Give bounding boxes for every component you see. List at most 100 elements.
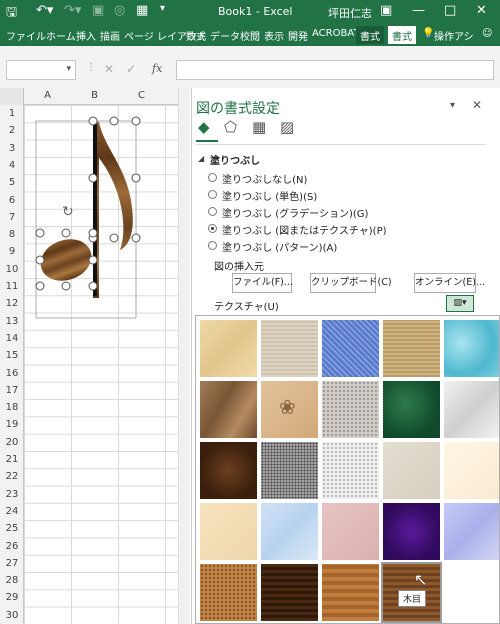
texture-recycled-paper[interactable] (383, 442, 440, 499)
divider (196, 144, 486, 145)
texture-blue-tissue-paper[interactable] (261, 503, 318, 560)
texture-purple-mesh[interactable] (383, 503, 440, 560)
texture-papyrus[interactable] (200, 320, 257, 377)
resize-handle[interactable] (88, 228, 98, 238)
window-title: Book1 - Excel (218, 5, 293, 18)
tell-me-input[interactable]: 操作アシ (434, 28, 474, 43)
name-box[interactable]: ▾ (6, 60, 76, 80)
radio-no-fill[interactable] (208, 173, 217, 182)
texture-granite[interactable] (261, 442, 318, 499)
resize-handle[interactable] (88, 173, 98, 183)
tab-acrobat[interactable]: ACROBAT (312, 28, 360, 39)
qat-more-icon[interactable]: ▾ (160, 3, 165, 14)
texture-cork[interactable] (200, 564, 257, 621)
mouse-cursor-icon: ↖ (414, 570, 428, 589)
option-picture-texture-fill[interactable]: 塗りつぶし (図またはテクスチャ)(P) (222, 222, 387, 237)
resize-handle[interactable] (109, 116, 119, 126)
qat-icon-1[interactable]: ▣ (92, 3, 104, 18)
resize-handle[interactable] (61, 281, 71, 291)
close-icon[interactable]: ✕ (476, 3, 487, 18)
resize-handle[interactable] (88, 116, 98, 126)
texture-fossil[interactable]: ❀ (261, 381, 318, 438)
cancel-icon[interactable]: ✕ (104, 62, 114, 76)
resize-handle[interactable] (88, 281, 98, 291)
texture-oak[interactable] (322, 564, 379, 621)
texture-water-droplets[interactable] (444, 320, 499, 377)
texture-canvas[interactable] (261, 320, 318, 377)
texture-newsprint[interactable] (322, 442, 379, 499)
tab-view[interactable]: 表示 (264, 28, 284, 43)
texture-white-marble[interactable] (444, 381, 499, 438)
resize-handle[interactable] (109, 233, 119, 243)
tab-formulas[interactable]: 数式 (186, 28, 206, 43)
texture-walnut[interactable] (261, 564, 318, 621)
tab-data[interactable]: データ (210, 28, 240, 43)
tab-draw[interactable]: 描画 (100, 28, 120, 43)
texture-label: テクスチャ(U) (214, 302, 279, 313)
radio-solid-fill[interactable] (208, 190, 217, 199)
maximize-icon[interactable]: □ (444, 3, 456, 18)
fill-line-icon[interactable]: ◆ (198, 118, 210, 136)
formula-input[interactable] (176, 60, 494, 80)
texture-dropdown-button[interactable]: ▨▾ (446, 295, 474, 312)
resize-handle[interactable] (131, 116, 141, 126)
resize-handle[interactable] (131, 233, 141, 243)
pane-options-icon[interactable]: ▾ (450, 100, 455, 111)
section-collapse-icon[interactable]: ◢ (198, 154, 204, 163)
rotate-handle-icon[interactable]: ↻ (62, 204, 74, 220)
ribbon-display-icon[interactable]: ▣ (380, 3, 392, 18)
file-button[interactable]: ファイル(F)... (232, 273, 293, 293)
resize-handle[interactable] (61, 228, 71, 238)
tab-format-2[interactable]: 書式 (388, 26, 416, 44)
picture-icon[interactable]: ▨ (280, 118, 294, 136)
radio-pattern-fill[interactable] (208, 241, 217, 250)
tab-insert[interactable]: 挿入 (76, 28, 96, 43)
title-bar: 🖫 ↶▾ ↷▾ ▣ ◎ ▦ ▾ Book1 - Excel 坪田仁志 ▣ — □… (0, 0, 500, 24)
tab-home[interactable]: ホーム (46, 28, 76, 43)
minimize-icon[interactable]: — (412, 3, 425, 18)
resize-handle[interactable] (88, 255, 98, 265)
texture-denim[interactable] (322, 320, 379, 377)
option-no-fill[interactable]: 塗りつぶしなし(N) (222, 171, 307, 186)
tab-review[interactable]: 校閲 (240, 28, 260, 43)
texture-woven-mat[interactable] (383, 320, 440, 377)
user-name[interactable]: 坪田仁志 (328, 5, 372, 21)
online-button[interactable]: オンライン(E)... (414, 273, 485, 293)
qat-icon-2[interactable]: ◎ (114, 3, 125, 18)
save-icon[interactable]: 🖫 (6, 3, 17, 25)
texture-gallery: ❀ (195, 315, 500, 624)
texture-stationery[interactable] (200, 503, 257, 560)
insert-function-icon[interactable]: fx (152, 62, 162, 75)
account-icon[interactable]: ☺ (482, 28, 492, 39)
enter-icon[interactable]: ✓ (126, 62, 136, 76)
clipboard-button[interactable]: クリップボード(C) (310, 273, 392, 293)
music-note-shape[interactable]: ↻ (0, 88, 190, 624)
tab-format-1[interactable]: 書式 (356, 26, 384, 44)
resize-handle[interactable] (35, 281, 45, 291)
texture-brown-marble[interactable] (200, 442, 257, 499)
radio-gradient-fill[interactable] (208, 207, 217, 216)
undo-icon[interactable]: ↶▾ (36, 3, 53, 18)
lightbulb-icon: 💡 (422, 28, 435, 39)
qat-icon-3[interactable]: ▦ (136, 3, 148, 18)
resize-handle[interactable] (35, 228, 45, 238)
tab-file[interactable]: ファイル (6, 28, 46, 43)
option-pattern-fill[interactable]: 塗りつぶし (パターン)(A) (222, 239, 337, 254)
tab-developer[interactable]: 開発 (288, 28, 308, 43)
effects-icon[interactable]: ⬠ (224, 118, 237, 136)
radio-picture-texture-fill[interactable] (208, 224, 217, 233)
redo-icon[interactable]: ↷▾ (64, 3, 81, 18)
texture-pink-tissue-paper[interactable] (322, 503, 379, 560)
texture-bouquet[interactable] (444, 503, 499, 560)
option-solid-fill[interactable]: 塗りつぶし (単色)(S) (222, 188, 317, 203)
section-fill-heading[interactable]: 塗りつぶし (210, 152, 260, 167)
texture-green-marble[interactable] (383, 381, 440, 438)
size-properties-icon[interactable]: ▦ (252, 118, 266, 136)
texture-parchment[interactable] (444, 442, 499, 499)
resize-handle[interactable] (131, 173, 141, 183)
resize-handle[interactable] (35, 255, 45, 265)
texture-sand[interactable] (322, 381, 379, 438)
pane-close-icon[interactable]: ✕ (472, 98, 482, 112)
option-gradient-fill[interactable]: 塗りつぶし (グラデーション)(G) (222, 205, 368, 220)
texture-paper-bag[interactable] (200, 381, 257, 438)
